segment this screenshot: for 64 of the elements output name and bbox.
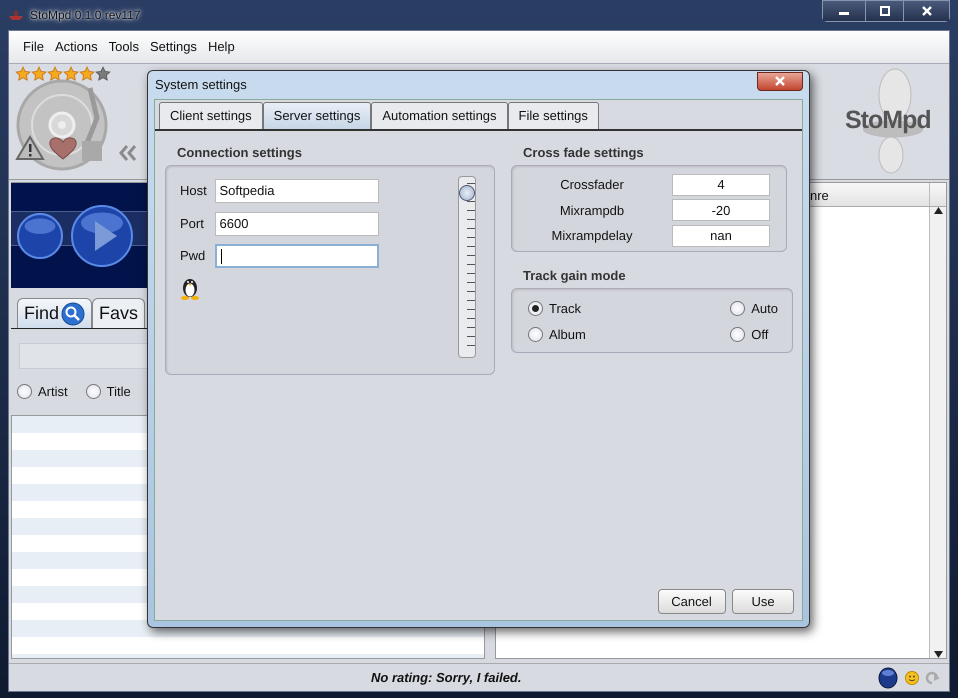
text-field[interactable] <box>214 244 378 268</box>
group-title: Connection settings <box>176 144 303 162</box>
star-icon <box>31 66 47 82</box>
status-message: No rating: Sorry, I failed. <box>371 668 522 687</box>
maximize-icon <box>880 6 890 16</box>
radio-option[interactable]: Artist <box>17 382 68 402</box>
panel-tab[interactable]: Favs <box>92 298 146 328</box>
menu-item[interactable]: Help <box>208 37 235 57</box>
close-button[interactable] <box>903 1 949 21</box>
dialog-title: System settings <box>155 76 247 94</box>
text-field[interactable]: Softpedia <box>214 179 378 203</box>
radio-option[interactable]: Album <box>528 324 730 344</box>
cancel-button[interactable]: Cancel <box>658 588 726 614</box>
previous-button[interactable] <box>17 212 63 258</box>
smiley-icon[interactable] <box>904 670 918 684</box>
settings-tab[interactable]: Automation settings <box>371 102 508 128</box>
star-icon <box>79 66 95 82</box>
logo-text: StoMpd <box>845 105 931 136</box>
settings-tab[interactable]: Server settings <box>262 102 372 128</box>
star-icon <box>63 66 79 82</box>
vertical-slider[interactable] <box>458 176 476 360</box>
heart-icon <box>48 135 78 161</box>
close-icon <box>922 6 932 16</box>
radio-option[interactable]: Auto <box>730 299 778 318</box>
menu-item[interactable]: Actions <box>54 37 98 57</box>
window-title: StoMpd 0.1.0 rev117 <box>30 7 141 24</box>
minimize-button[interactable] <box>823 1 865 21</box>
field-label: Host <box>180 182 208 200</box>
radio-option[interactable]: Off <box>730 324 778 344</box>
field-label: Mixrampdelay <box>550 226 634 245</box>
star-icon <box>95 66 111 82</box>
settings-tab[interactable]: File settings <box>508 102 599 128</box>
star-icon <box>47 66 63 82</box>
field-label: Pwd <box>180 247 206 266</box>
text-field[interactable]: 4 <box>672 174 770 196</box>
field-label: Crossfader <box>559 176 625 194</box>
radio-option[interactable]: Track <box>528 299 730 318</box>
field-label: Port <box>180 214 205 233</box>
stop-icon <box>82 141 102 161</box>
group-title: Cross fade settings <box>522 144 645 162</box>
close-icon <box>775 76 785 86</box>
menu-item[interactable]: File <box>23 37 44 57</box>
scroll-down-icon[interactable] <box>934 651 942 658</box>
star-icon <box>15 66 31 82</box>
close-button[interactable] <box>757 72 803 90</box>
play-button[interactable] <box>71 204 133 266</box>
search-icon <box>61 302 86 326</box>
text-field[interactable]: nan <box>672 224 770 246</box>
text-field[interactable]: -20 <box>672 199 770 222</box>
use-button[interactable]: Use <box>732 588 794 614</box>
field-label: Mixrampdb <box>558 202 626 220</box>
menu-item[interactable]: Tools <box>108 37 139 57</box>
maximize-button[interactable] <box>865 1 903 21</box>
radio-option[interactable]: Title <box>86 382 131 402</box>
settings-tab[interactable]: Client settings <box>159 102 263 128</box>
panel-tab[interactable]: Find <box>17 298 92 328</box>
slider-handle[interactable] <box>459 185 475 202</box>
group-title: Track gain mode <box>522 266 627 285</box>
scrollbar[interactable] <box>929 207 946 658</box>
app-icon <box>8 9 24 21</box>
warning-icon <box>15 135 45 161</box>
text-field[interactable]: 6600 <box>214 212 378 236</box>
orb-icon[interactable] <box>878 666 898 688</box>
menu-item[interactable]: Settings <box>150 37 197 57</box>
